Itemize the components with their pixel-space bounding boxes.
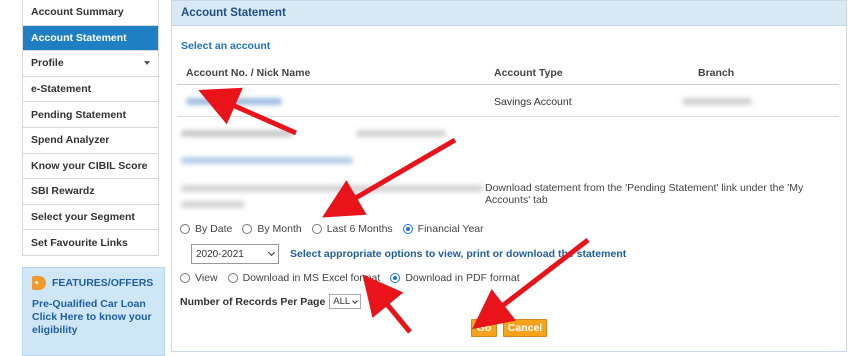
redacted-text [356,130,446,137]
sidebar-item-label: Set Favourite Links [31,236,128,249]
redacted-text [181,130,293,137]
car-loan-link[interactable]: Pre-Qualified Car Loan Click Here to kno… [32,298,155,337]
table-header: Account No. / Nick Name Account Type Bra… [177,59,839,85]
features-title-text: FEATURES/OFFERS [52,277,154,289]
go-button[interactable]: Go [471,319,497,337]
option-last-6-months[interactable]: Last 6 Months [311,223,393,235]
records-select[interactable]: ALL [329,294,362,309]
sidebar-item-label: Spend Analyzer [31,134,110,147]
sidebar-item-sbi-rewardz[interactable]: SBI Rewardz [22,179,159,205]
radio-last-6-months[interactable] [311,224,322,234]
col-account-type: Account Type [494,67,563,79]
radio-by-date[interactable] [180,224,190,234]
financial-year-select[interactable]: 2020-2021 [191,244,279,264]
sidebar: Account Summary Account Statement Profil… [22,0,159,256]
records-label: Number of Records Per Page [180,295,326,308]
radio-financial-year[interactable] [402,224,413,234]
radio-by-month[interactable] [242,224,253,234]
pending-statement-info: Download statement from the 'Pending Sta… [485,182,804,206]
sidebar-item-pending-statement[interactable]: Pending Statement [22,102,159,128]
panel-title: Account Statement [172,1,846,26]
records-per-page: Number of Records Per Page ALL [180,294,362,309]
sidebar-item-label: Select your Segment [31,211,135,224]
option-by-month[interactable]: By Month [242,223,302,235]
option-label: By Month [257,223,302,235]
sidebar-item-label: SBI Rewardz [31,185,95,198]
sidebar-item-e-statement[interactable]: e-Statement [22,76,159,103]
sidebar-item-profile[interactable]: Profile [22,51,159,77]
redacted-text [181,185,483,192]
period-options: By Date By Month Last 6 Months Financial… [180,223,494,235]
year-select-value: 2020-2021 [196,248,244,260]
option-financial-year[interactable]: Financial Year [402,223,484,235]
caret-down-icon [144,61,150,66]
sidebar-item-label: e-Statement [31,83,92,96]
sidebar-item-cibil-score[interactable]: Know your CIBIL Score [22,153,159,180]
option-view[interactable]: View [180,272,218,284]
radio-excel[interactable] [227,273,238,283]
option-label: By Date [195,223,233,235]
format-options: View Download in MS Excel format Downloa… [180,272,530,284]
redacted-link [181,157,353,164]
radio-view[interactable] [180,273,190,283]
account-statement-panel: Account Statement Select an account Acco… [171,0,847,352]
option-by-date[interactable]: By Date [180,223,232,235]
sidebar-item-label: Profile [31,57,64,70]
branch-redacted [682,98,752,105]
account-type-value: Savings Account [494,96,572,108]
records-value: ALL [333,296,351,307]
col-account-no: Account No. / Nick Name [186,67,311,79]
options-hint: Select appropriate options to view, prin… [290,248,627,260]
sidebar-item-label: Account Summary [31,6,124,19]
sidebar-item-label: Account Statement [31,31,127,44]
option-label: Financial Year [417,223,484,235]
radio-pdf[interactable] [390,273,401,283]
table-row[interactable]: Savings Account [177,87,839,117]
sidebar-item-spend-analyzer[interactable]: Spend Analyzer [22,127,159,154]
features-offers-box: FEATURES/OFFERS Pre-Qualified Car Loan C… [22,267,165,356]
option-pdf[interactable]: Download in PDF format [390,272,520,284]
option-label: View [195,272,218,284]
sidebar-item-label: Know your CIBIL Score [31,159,148,172]
select-account-label: Select an account [181,40,271,52]
option-label: Download in PDF format [405,272,520,284]
chevron-down-icon [267,248,276,257]
redacted-text [181,201,245,208]
sidebar-item-account-summary[interactable]: Account Summary [22,0,159,26]
sidebar-item-favourite-links[interactable]: Set Favourite Links [22,230,159,256]
option-excel[interactable]: Download in MS Excel format [227,272,381,284]
sidebar-item-label: Pending Statement [31,108,127,121]
option-label: Last 6 Months [326,223,393,235]
chevron-down-icon [352,297,359,304]
col-branch: Branch [698,67,735,79]
option-label: Download in MS Excel format [242,272,381,284]
cancel-button[interactable]: Cancel [503,319,547,337]
account-number-redacted[interactable] [186,98,282,105]
sidebar-item-select-segment[interactable]: Select your Segment [22,204,159,231]
features-title: FEATURES/OFFERS [32,276,155,290]
sidebar-item-account-statement[interactable]: Account Statement [22,25,159,52]
tag-icon [32,276,46,290]
